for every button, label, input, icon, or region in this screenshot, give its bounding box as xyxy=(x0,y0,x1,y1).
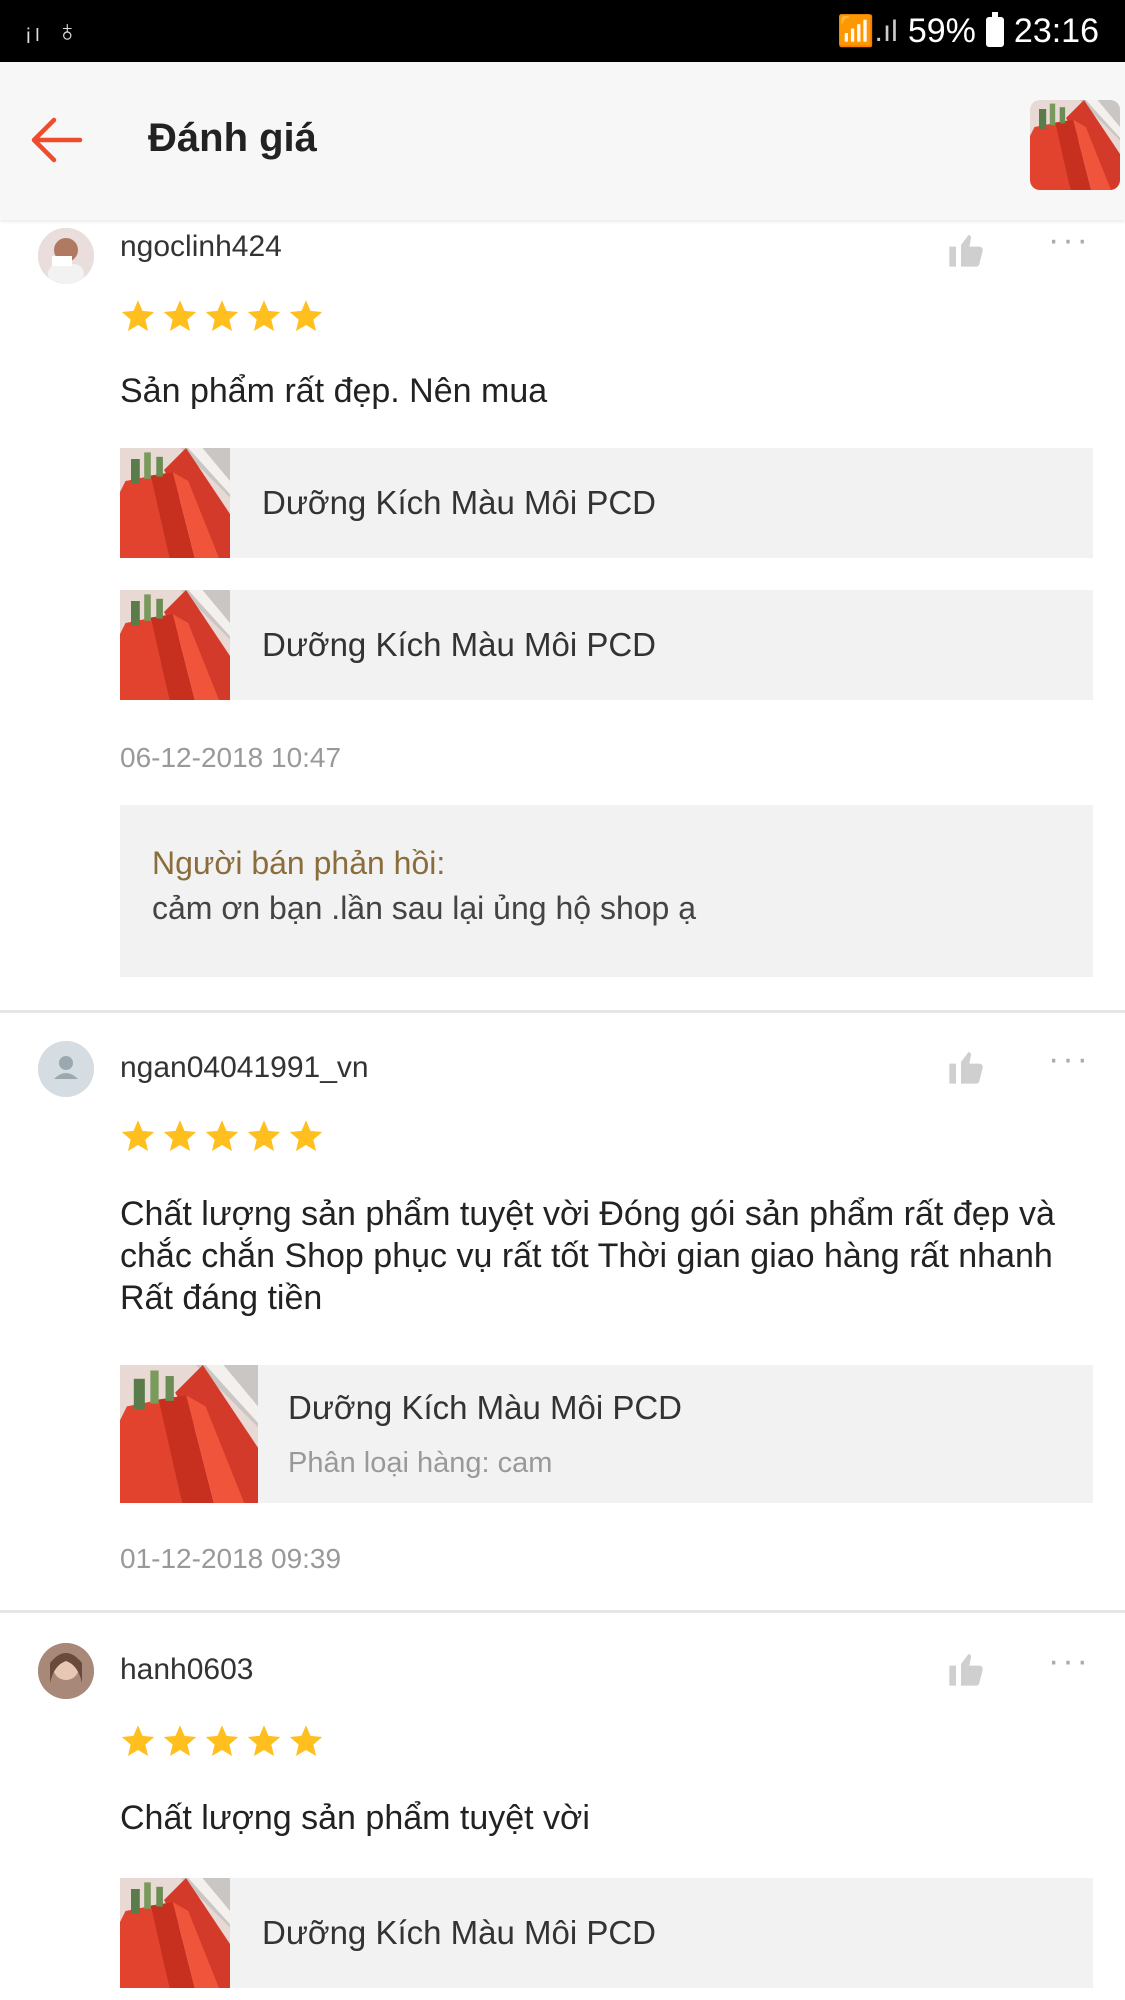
review-item: hanh0603 ··· Chất lượng sản phẩm tuyệt v… xyxy=(0,1613,1125,2000)
status-notification-icons: ᵢₗ ♁ xyxy=(26,15,83,48)
username: hanh0603 xyxy=(120,1653,254,1686)
seller-reply-label: Người bán phản hồi: xyxy=(152,845,446,881)
signal-icon: 📶.ıl xyxy=(837,15,898,48)
user-avatar-image xyxy=(38,228,94,284)
page-title: Đánh giá xyxy=(148,116,317,160)
star-icon xyxy=(289,300,323,331)
product-name: Dưỡng Kích Màu Môi PCD xyxy=(262,484,657,521)
star-icon xyxy=(121,300,155,331)
avatar[interactable] xyxy=(38,228,94,284)
review-item: ngoclinh424 ··· Sản phẩm rất đẹp. Nên mu… xyxy=(0,220,1125,1010)
star-icon xyxy=(205,1120,239,1151)
star-rating xyxy=(120,298,324,334)
seller-reply-text: cảm ơn bạn .lần sau lại ủng hộ shop ạ xyxy=(152,890,697,926)
default-avatar-icon xyxy=(38,1041,94,1097)
product-image xyxy=(120,590,230,700)
product-thumbnail-button[interactable] xyxy=(1030,100,1120,190)
battery-percent: 59% xyxy=(907,12,976,50)
star-icon xyxy=(247,1725,281,1756)
product-card[interactable]: Dưỡng Kích Màu Môi PCD Phân loại hàng: c… xyxy=(120,1365,1093,1503)
review-comment: Chất lượng sản phẩm tuyệt vời xyxy=(120,1799,590,1837)
review-timestamp: 06-12-2018 10:47 xyxy=(120,742,342,773)
product-name: Dưỡng Kích Màu Môi PCD xyxy=(288,1389,683,1426)
like-icon[interactable] xyxy=(945,230,987,270)
more-options-icon[interactable]: ··· xyxy=(1048,1644,1091,1678)
like-icon[interactable] xyxy=(945,1649,987,1689)
product-name: Dưỡng Kích Màu Môi PCD xyxy=(262,626,657,663)
review-timestamp: 01-12-2018 09:39 xyxy=(120,1543,342,1574)
user-avatar-image xyxy=(38,1643,94,1699)
star-rating xyxy=(120,1723,324,1759)
app-bar: Đánh giá xyxy=(0,62,1125,220)
avatar[interactable] xyxy=(38,1643,94,1699)
star-icon xyxy=(289,1120,323,1151)
avatar[interactable] xyxy=(38,1041,94,1097)
like-icon[interactable] xyxy=(945,1047,987,1087)
product-card[interactable]: Dưỡng Kích Màu Môi PCD xyxy=(120,590,1093,700)
product-image xyxy=(120,1878,230,1988)
username: ngoclinh424 xyxy=(120,230,282,263)
status-right-group: 📶.ıl 59% 23:16 xyxy=(837,11,1099,51)
product-name: Dưỡng Kích Màu Môi PCD xyxy=(262,1914,657,1951)
star-icon xyxy=(205,1725,239,1756)
star-icon xyxy=(121,1725,155,1756)
review-list[interactable]: ngoclinh424 ··· Sản phẩm rất đẹp. Nên mu… xyxy=(0,220,1125,2000)
product-image xyxy=(120,1365,258,1503)
battery-icon xyxy=(985,11,1004,47)
star-rating xyxy=(120,1118,324,1154)
seller-reply-box: Người bán phản hồi: cảm ơn bạn .lần sau … xyxy=(120,805,1093,977)
back-arrow-icon[interactable] xyxy=(28,115,84,165)
star-icon xyxy=(163,1725,197,1756)
more-options-icon[interactable]: ··· xyxy=(1048,1042,1091,1076)
product-variant: Phân loại hàng: cam xyxy=(288,1447,553,1479)
username: ngan04041991_vn xyxy=(120,1051,369,1084)
product-image xyxy=(1030,100,1120,190)
status-bar: ᵢₗ ♁ 📶.ıl 59% 23:16 xyxy=(0,0,1125,62)
star-icon xyxy=(247,1120,281,1151)
star-icon xyxy=(247,300,281,331)
product-image xyxy=(120,448,230,558)
review-comment: Sản phẩm rất đẹp. Nên mua xyxy=(120,372,548,410)
star-icon xyxy=(121,1120,155,1151)
clock: 23:16 xyxy=(1013,12,1099,50)
review-comment: Chất lượng sản phẩm tuyệt vời Đóng gói s… xyxy=(120,1195,1055,1317)
star-icon xyxy=(205,300,239,331)
product-card[interactable]: Dưỡng Kích Màu Môi PCD xyxy=(120,448,1093,558)
product-card[interactable]: Dưỡng Kích Màu Môi PCD xyxy=(120,1878,1093,1988)
more-options-icon[interactable]: ··· xyxy=(1048,223,1091,257)
review-item: ngan04041991_vn ··· Chất lượng sản phẩm … xyxy=(0,1013,1125,1595)
star-icon xyxy=(289,1725,323,1756)
star-icon xyxy=(163,1120,197,1151)
star-icon xyxy=(163,300,197,331)
